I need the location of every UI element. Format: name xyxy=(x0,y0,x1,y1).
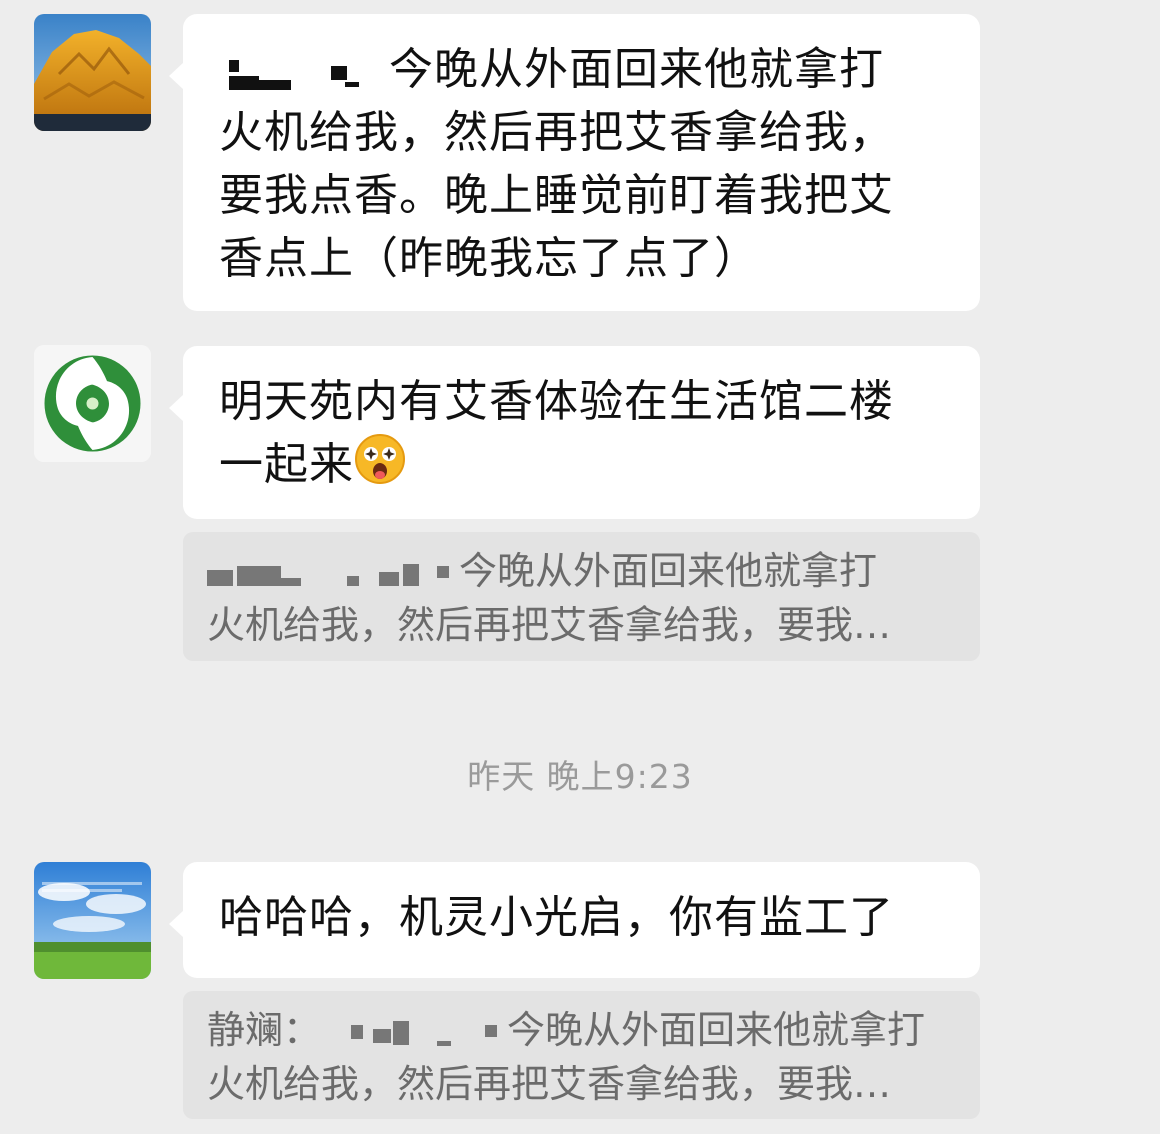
mountain-avatar-icon xyxy=(34,14,151,131)
green-swirl-logo-icon xyxy=(34,345,151,462)
quote-2-line-1: 今晚从外面回来他就拿打 xyxy=(507,1008,926,1052)
message-bubble-1[interactable]: 今晚从外面回来他就拿打 火机给我，然后再把艾香拿给我， 要我点香。晚上睡觉前盯着… xyxy=(169,14,980,311)
message-1-line-4: 香点上（昨晚我忘了点了） xyxy=(219,233,759,284)
message-1-line-3: 要我点香。晚上睡觉前盯着我把艾 xyxy=(219,170,894,221)
quote-2-sender: 静斓： xyxy=(207,1008,322,1052)
message-2-line-2: 一起来 xyxy=(219,439,354,490)
redacted-name xyxy=(219,52,389,92)
message-bubble-3[interactable]: 哈哈哈，机灵小光启，你有监工了 xyxy=(169,862,980,978)
redacted-quote-name xyxy=(207,556,459,592)
quoted-message-1[interactable]: 今晚从外面回来他就拿打 火机给我，然后再把艾香拿给我，要我… xyxy=(183,532,980,661)
message-bubble-2[interactable]: 明天苑内有艾香体验在生活馆二楼 一起来 xyxy=(169,346,980,519)
timestamp: 昨天 晚上9:23 xyxy=(467,757,693,796)
message-2-line-1: 明天苑内有艾香体验在生活馆二楼 xyxy=(219,376,894,427)
message-1-line-1: 今晚从外面回来他就拿打 xyxy=(389,44,884,95)
avatar-sky-grass[interactable] xyxy=(34,862,151,979)
avatar-green-logo[interactable] xyxy=(34,345,151,462)
star-struck-emoji-icon xyxy=(354,433,406,485)
avatar-mountain[interactable] xyxy=(34,14,151,131)
message-3-line-1: 哈哈哈，机灵小光启，你有监工了 xyxy=(219,892,894,943)
redacted-quote-name-2 xyxy=(321,1015,507,1051)
chat-window: 今晚从外面回来他就拿打 火机给我，然后再把艾香拿给我， 要我点香。晚上睡觉前盯着… xyxy=(0,0,1160,1134)
quote-1-line-2: 火机给我，然后再把艾香拿给我，要我… xyxy=(207,603,892,647)
message-1-line-2: 火机给我，然后再把艾香拿给我， xyxy=(219,107,894,158)
sky-grassland-avatar-icon xyxy=(34,862,151,979)
quote-2-line-2: 火机给我，然后再把艾香拿给我，要我… xyxy=(207,1062,892,1106)
quoted-message-2[interactable]: 静斓： 今晚从外面回来他就拿打 火机给我，然后再把艾香拿给我，要我… xyxy=(183,991,980,1119)
quote-1-line-1: 今晚从外面回来他就拿打 xyxy=(459,549,878,593)
